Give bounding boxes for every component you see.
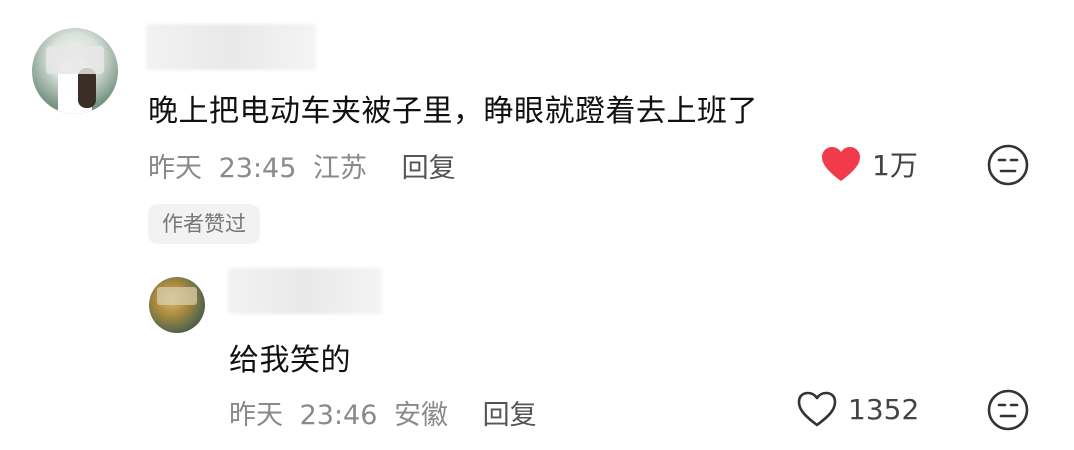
reply-location: 安徽 (394, 400, 448, 431)
comment-location: 江苏 (313, 153, 367, 184)
comment-text: 晚上把电动车夹被子里，睁眼就蹬着去上班了 (148, 94, 758, 129)
author-liked-badge: 作者赞过 (148, 204, 260, 244)
reply-username-redacted[interactable] (228, 268, 382, 314)
avatar[interactable] (32, 28, 118, 114)
reply-text: 给我笑的 (229, 343, 351, 378)
reply-like-button[interactable]: 1352 (796, 390, 919, 428)
avatar-hair (78, 68, 96, 108)
comment-date: 昨天 (148, 153, 202, 184)
neutral-face-icon[interactable] (986, 388, 1030, 432)
comment-meta: 昨天 23:45 江苏 回复 (148, 146, 464, 185)
reply-like-count: 1352 (848, 392, 920, 426)
heart-filled-icon (822, 147, 860, 181)
avatar-blur (46, 46, 104, 74)
reply-time: 23:46 (299, 400, 378, 431)
reply-button[interactable]: 回复 (402, 153, 456, 184)
neutral-face-icon[interactable] (986, 143, 1030, 187)
reply-reply-button[interactable]: 回复 (483, 400, 537, 431)
comment-time: 23:45 (218, 153, 297, 184)
like-count: 1万 (872, 149, 918, 182)
avatar-blur (157, 287, 197, 305)
reply-date: 昨天 (229, 400, 283, 431)
like-button[interactable]: 1万 (820, 144, 918, 184)
reply-meta: 昨天 23:46 安徽 回复 (229, 393, 545, 432)
reply-avatar[interactable] (149, 277, 205, 333)
heart-outline-icon (797, 391, 837, 427)
username-redacted[interactable] (146, 24, 316, 70)
